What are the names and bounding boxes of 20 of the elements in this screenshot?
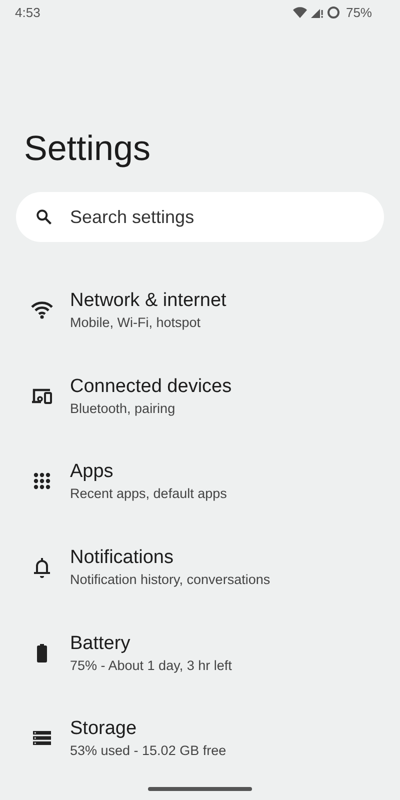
search-icon [35,208,53,226]
setting-summary: Recent apps, default apps [70,486,227,502]
setting-summary: 75% - About 1 day, 3 hr left [70,658,232,673]
setting-title[interactable]: Battery [70,632,232,655]
home-indicator[interactable] [148,787,252,791]
setting-title[interactable]: Apps [70,461,227,484]
wifi-icon [292,6,307,18]
setting-title[interactable]: Connected devices [70,376,232,398]
battery-ring-icon [326,6,340,18]
setting-summary: 53% used - 15.02 GB free [70,743,226,758]
clock-time: 4:53 [15,4,40,20]
setting-summary: Bluetooth, pairing [70,400,176,416]
setting-summary: Mobile, Wi-Fi, hotspot [70,314,202,330]
page-title: Settings [24,128,152,170]
search-field[interactable]: Search settings [16,192,384,242]
setting-title[interactable]: Notifications [70,546,270,569]
setting-summary: Notification history, conversations [70,572,270,587]
setting-title[interactable]: Storage [70,718,226,740]
battery-percent: 75% [346,4,372,20]
setting-title[interactable]: Network & internet [70,290,226,312]
